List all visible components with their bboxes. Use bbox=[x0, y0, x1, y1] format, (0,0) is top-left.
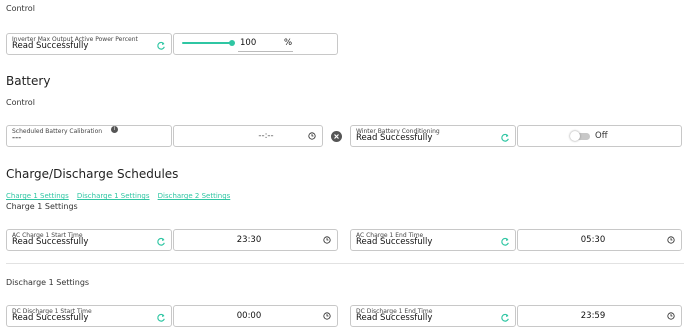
clear-icon[interactable] bbox=[331, 131, 342, 142]
ac-charge-start-field[interactable]: AC Charge 1 Start Time Read Successfully bbox=[6, 229, 172, 251]
clock-icon[interactable] bbox=[323, 312, 331, 320]
refresh-icon[interactable] bbox=[500, 313, 510, 323]
slider-thumb[interactable] bbox=[229, 40, 235, 46]
clock-icon[interactable] bbox=[323, 236, 331, 244]
ac-charge-start-time-field[interactable]: 23:30 bbox=[173, 229, 338, 251]
clock-icon[interactable] bbox=[308, 132, 316, 140]
link-discharge-2[interactable]: Discharge 2 Settings bbox=[158, 192, 231, 200]
dc-discharge-end-status: Read Successfully bbox=[356, 313, 433, 323]
value-underline bbox=[238, 51, 293, 52]
ac-charge-end-status: Read Successfully bbox=[356, 237, 433, 247]
toggle-thumb[interactable] bbox=[570, 131, 580, 141]
dc-discharge-start-time[interactable]: 00:00 bbox=[237, 311, 262, 321]
inverter-value[interactable]: 100 bbox=[240, 38, 256, 48]
clock-icon[interactable] bbox=[667, 236, 675, 244]
clock-icon[interactable] bbox=[667, 312, 675, 320]
refresh-icon[interactable] bbox=[156, 313, 166, 323]
ac-charge-end-field[interactable]: AC Charge 1 End Time Read Successfully bbox=[350, 229, 516, 251]
dc-discharge-end-time[interactable]: 23:59 bbox=[581, 311, 606, 321]
dc-discharge-start-time-field[interactable]: 00:00 bbox=[173, 305, 338, 327]
battery-calibration-time-field[interactable]: --:-- bbox=[173, 125, 323, 147]
ac-charge-start-time[interactable]: 23:30 bbox=[237, 235, 262, 245]
inverter-slider-field[interactable]: 100 % bbox=[173, 33, 338, 55]
toggle-label: Off bbox=[595, 131, 608, 141]
charge1-title: Charge 1 Settings bbox=[6, 202, 78, 211]
schedules-heading: Charge/Discharge Schedules bbox=[6, 167, 179, 181]
dc-discharge-end-time-field[interactable]: 23:59 bbox=[517, 305, 682, 327]
section-divider bbox=[6, 263, 684, 264]
slider-track[interactable] bbox=[182, 42, 232, 44]
battery-calibration-field[interactable]: Scheduled Battery Calibration i --- bbox=[6, 125, 172, 147]
inverter-max-output-status: Read Successfully bbox=[12, 41, 89, 51]
ac-charge-end-time[interactable]: 05:30 bbox=[581, 235, 606, 245]
battery-calibration-label: Scheduled Battery Calibration bbox=[12, 128, 103, 135]
winter-toggle-field[interactable]: Off bbox=[517, 125, 682, 147]
winter-conditioning-status: Read Successfully bbox=[356, 133, 433, 143]
inverter-unit: % bbox=[284, 38, 293, 48]
ac-charge-end-time-field[interactable]: 05:30 bbox=[517, 229, 682, 251]
battery-calibration-time[interactable]: --:-- bbox=[258, 131, 273, 141]
link-charge-1[interactable]: Charge 1 Settings bbox=[6, 192, 69, 200]
battery-calibration-value: --- bbox=[12, 133, 22, 143]
info-icon[interactable]: i bbox=[111, 126, 118, 133]
refresh-icon[interactable] bbox=[156, 237, 166, 247]
ac-charge-start-status: Read Successfully bbox=[12, 237, 89, 247]
winter-conditioning-field[interactable]: Winter Battery Conditioning Read Success… bbox=[350, 125, 516, 147]
dc-discharge-start-status: Read Successfully bbox=[12, 313, 89, 323]
control-label-top: Control bbox=[6, 4, 35, 13]
refresh-icon[interactable] bbox=[500, 237, 510, 247]
dc-discharge-start-field[interactable]: DC Discharge 1 Start Time Read Successfu… bbox=[6, 305, 172, 327]
refresh-icon[interactable] bbox=[156, 41, 166, 51]
refresh-icon[interactable] bbox=[500, 133, 510, 143]
battery-control-label: Control bbox=[6, 98, 35, 107]
link-discharge-1[interactable]: Discharge 1 Settings bbox=[77, 192, 150, 200]
inverter-max-output-field[interactable]: Inverter Max Output Active Power Percent… bbox=[6, 33, 172, 55]
battery-heading: Battery bbox=[6, 74, 51, 88]
schedule-links: Charge 1 Settings Discharge 1 Settings D… bbox=[6, 183, 230, 202]
discharge1-title: Discharge 1 Settings bbox=[6, 278, 90, 287]
dc-discharge-end-field[interactable]: DC Discharge 1 End Time Read Successfull… bbox=[350, 305, 516, 327]
